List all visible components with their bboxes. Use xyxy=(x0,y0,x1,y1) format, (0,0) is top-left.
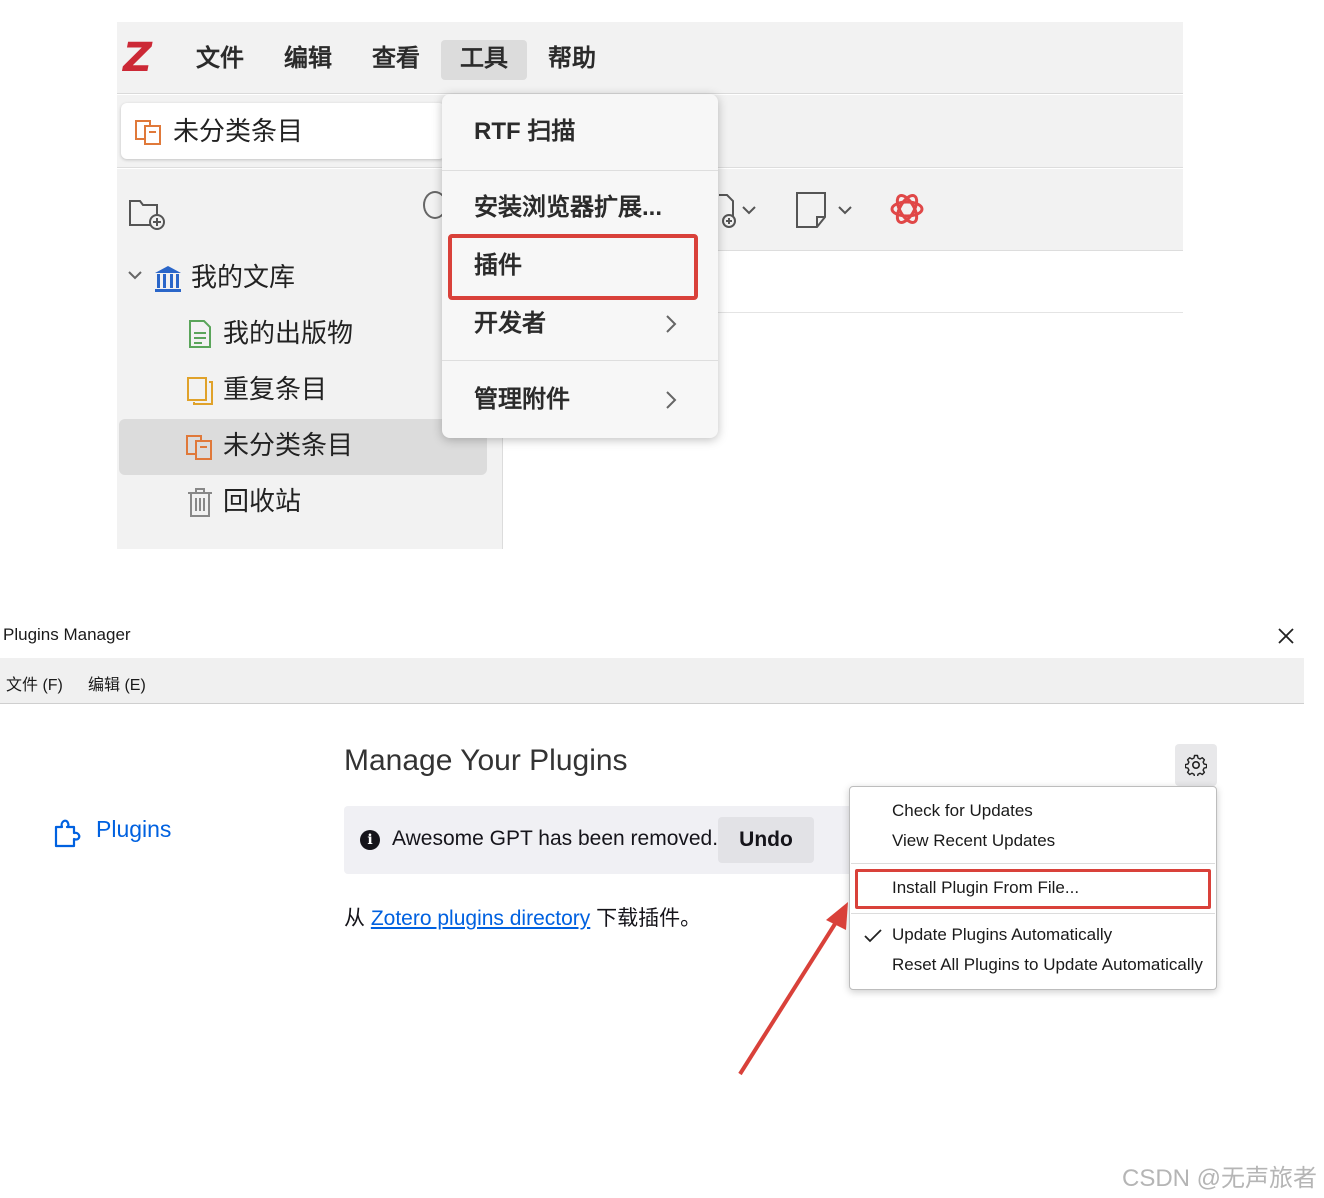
items-toolbar xyxy=(717,169,1183,251)
menu-file[interactable]: 文件 xyxy=(183,40,257,80)
tree-label-library: 我的文库 xyxy=(191,262,296,292)
menuitem-check-updates[interactable]: Check for Updates xyxy=(892,801,1033,821)
menu-separator xyxy=(851,863,1215,864)
plugins-directory-line: 从 Zotero plugins directory 下载插件。 xyxy=(344,902,701,932)
menu-separator xyxy=(442,360,718,361)
settings-gear-button[interactable] xyxy=(1175,744,1217,786)
menu-separator xyxy=(851,913,1215,914)
highlight-box-plugins xyxy=(448,234,698,300)
menu-view[interactable]: 查看 xyxy=(359,40,433,80)
pm-menu-file[interactable]: 文件 (F) xyxy=(6,671,63,695)
window-title: Plugins Manager xyxy=(3,625,131,644)
sidebar-item-label: Plugins xyxy=(96,816,172,842)
menuitem-manage-attachments[interactable]: 管理附件 xyxy=(442,372,718,428)
plugins-directory-link[interactable]: Zotero plugins directory xyxy=(371,907,590,930)
menuitem-rtf-scan[interactable]: RTF 扫描 xyxy=(442,104,718,160)
zotero-menubar: Z 文件 编辑 查看 工具 帮助 xyxy=(117,22,1183,94)
highlight-box-install xyxy=(855,869,1211,909)
tree-label-trash: 回收站 xyxy=(223,486,302,516)
new-collection-icon[interactable] xyxy=(127,191,167,231)
tree-row-library[interactable]: 我的文库 xyxy=(153,251,453,303)
tree-label-unfiled: 未分类条目 xyxy=(223,430,354,460)
tree-row-unfiled[interactable]: 未分类条目 xyxy=(185,419,465,471)
pm-titlebar: Plugins Manager xyxy=(0,612,1304,658)
undo-button[interactable]: Undo xyxy=(718,817,814,863)
menu-edit[interactable]: 编辑 xyxy=(271,40,345,80)
tree-row-duplicates[interactable]: 重复条目 xyxy=(185,363,465,415)
new-note-icon[interactable] xyxy=(795,191,859,231)
publications-icon xyxy=(189,320,211,348)
menuitem-install-browser-ext[interactable]: 安装浏览器扩展... xyxy=(442,180,718,236)
library-icon xyxy=(155,266,181,292)
chatgpt-icon[interactable] xyxy=(887,189,927,229)
tree-label-duplicates: 重复条目 xyxy=(223,374,328,404)
items-header-divider xyxy=(717,312,1183,313)
info-icon: i xyxy=(360,830,380,850)
gear-dropdown-menu: Check for Updates View Recent Updates In… xyxy=(849,786,1217,990)
menuitem-reset-auto-update[interactable]: Reset All Plugins to Update Automaticall… xyxy=(892,955,1203,975)
annotation-arrow xyxy=(738,902,848,1076)
tree-label-publications: 我的出版物 xyxy=(223,318,354,348)
unfiled-items-icon xyxy=(135,120,161,145)
collection-header[interactable]: 未分类条目 xyxy=(121,103,445,159)
pm-menu-edit[interactable]: 编辑 (E) xyxy=(88,671,146,695)
menu-tools[interactable]: 工具 xyxy=(441,40,527,80)
plugins-manager-window: Plugins Manager 文件 (F) 编辑 (E) Plugins Ma… xyxy=(0,612,1304,1152)
gear-icon xyxy=(1185,754,1207,776)
chevron-right-icon xyxy=(666,315,677,333)
tools-dropdown-menu: RTF 扫描 安装浏览器扩展... 插件 开发者 管理附件 xyxy=(442,94,718,438)
tree-row-publications[interactable]: 我的出版物 xyxy=(185,307,465,359)
menuitem-update-auto[interactable]: Update Plugins Automatically xyxy=(892,925,1112,945)
menuitem-developer[interactable]: 开发者 xyxy=(442,296,718,352)
watermark: CSDN @无声旅者 xyxy=(1122,1165,1318,1192)
dir-suffix: 下载插件。 xyxy=(590,907,702,930)
menuitem-view-recent-updates[interactable]: View Recent Updates xyxy=(892,831,1055,851)
removal-notice: i Awesome GPT has been removed. Undo xyxy=(344,806,854,874)
page-title: Manage Your Plugins xyxy=(344,744,628,777)
trash-icon xyxy=(188,488,212,517)
zotero-logo: Z xyxy=(123,35,153,81)
add-attachment-icon[interactable] xyxy=(717,191,763,231)
puzzle-piece-icon xyxy=(54,819,81,848)
unfiled-items-icon xyxy=(186,435,212,460)
duplicates-icon xyxy=(187,377,213,405)
close-icon[interactable] xyxy=(1276,626,1296,646)
collection-header-label: 未分类条目 xyxy=(173,116,304,146)
pm-menubar: 文件 (F) 编辑 (E) xyxy=(0,658,1304,704)
tree-row-trash[interactable]: 回收站 xyxy=(185,475,465,527)
menuitem-manage-attachments-label: 管理附件 xyxy=(474,386,570,413)
menuitem-developer-label: 开发者 xyxy=(474,310,546,337)
chevron-down-icon[interactable] xyxy=(125,265,145,285)
menu-separator xyxy=(442,170,718,171)
menu-help[interactable]: 帮助 xyxy=(535,40,609,80)
notice-text: Awesome GPT has been removed. xyxy=(392,827,719,850)
chevron-right-icon xyxy=(666,391,677,409)
dir-prefix: 从 xyxy=(344,907,371,930)
